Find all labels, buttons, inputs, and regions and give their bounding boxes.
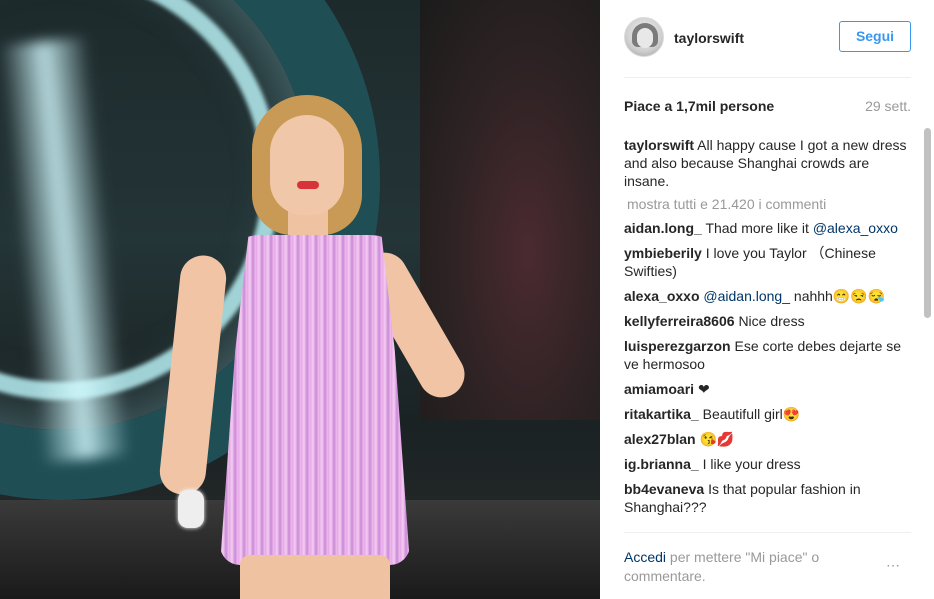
- performer-face: [270, 115, 344, 215]
- microphone: [178, 490, 204, 528]
- comment-item: alexa_oxxo @aidan.long_ nahhh😁😒😪: [624, 287, 911, 305]
- comment-item: ymbieberily I love you Taylor （Chinese S…: [624, 244, 911, 280]
- comment-text: Beautifull girl😍: [702, 406, 801, 422]
- comment-text: ❤: [697, 381, 710, 397]
- login-link[interactable]: Accedi: [624, 549, 666, 565]
- comment-username-link[interactable]: amiamoari: [624, 381, 694, 397]
- post-side-panel: taylorswift Segui Piace a 1,7mil persone…: [600, 0, 934, 599]
- comments-list[interactable]: taylorswift All happy cause I got a new …: [624, 136, 911, 530]
- comment-username-link[interactable]: aidan.long_: [624, 220, 702, 236]
- comment-mention-link[interactable]: @aidan.long_: [703, 288, 790, 304]
- comment-username-link[interactable]: bb4evaneva: [624, 481, 704, 497]
- follow-button[interactable]: Segui: [839, 21, 911, 52]
- comment-text: Thad more like it: [705, 220, 809, 236]
- post-header: taylorswift Segui: [624, 14, 911, 64]
- performer-dress: [220, 235, 410, 565]
- header-username-link[interactable]: taylorswift: [674, 30, 744, 46]
- performer: [157, 95, 480, 599]
- comment-item: bb4evaneva Is that popular fashion in Sh…: [624, 480, 911, 516]
- performer-left-arm: [157, 253, 229, 497]
- comment-username-link[interactable]: kellyferreira8606: [624, 313, 735, 329]
- caption-username-link[interactable]: taylorswift: [624, 137, 694, 153]
- comment-username-link[interactable]: ritakartika_: [624, 406, 699, 422]
- more-options-icon[interactable]: ⋯: [886, 557, 901, 574]
- comment-text: nahhh😁😒😪: [793, 288, 886, 304]
- footer-divider: [624, 532, 911, 533]
- likes-row: Piace a 1,7mil persone 29 sett.: [624, 98, 911, 116]
- comment-username-link[interactable]: alexa_oxxo: [624, 288, 700, 304]
- performer-lips: [297, 181, 319, 189]
- comment-username-link[interactable]: ymbieberily: [624, 245, 702, 261]
- avatar-face: [637, 28, 653, 48]
- comment-username-link[interactable]: ig.brianna_: [624, 456, 699, 472]
- comment-item: luisperezgarzon Ese corte debes dejarte …: [624, 337, 911, 373]
- comments-scrollbar-thumb[interactable]: [924, 128, 931, 318]
- comment-username-link[interactable]: alex27blan: [624, 431, 696, 447]
- show-all-comments-link[interactable]: mostra tutti e 21.420 i commenti: [627, 196, 911, 212]
- comment-text: 😘💋: [699, 431, 735, 447]
- avatar[interactable]: [624, 17, 664, 57]
- login-prompt: Accedi per mettere "Mi piace" o commenta…: [624, 548, 854, 586]
- comments-scrollbar[interactable]: [923, 128, 931, 528]
- comment-item: ig.brianna_ I like your dress: [624, 455, 911, 473]
- comment-text: Nice dress: [738, 313, 805, 329]
- post-photo[interactable]: [0, 0, 600, 599]
- comment-item: ritakartika_ Beautifull girl😍: [624, 405, 911, 423]
- comment-item: kellyferreira8606 Nice dress: [624, 312, 911, 330]
- comment-item: alex27blan 😘💋: [624, 430, 911, 448]
- post-date[interactable]: 29 sett.: [865, 98, 911, 114]
- comment-item: amiamoari ❤: [624, 380, 911, 398]
- likes-count[interactable]: Piace a 1,7mil persone: [624, 98, 774, 114]
- header-divider: [624, 77, 911, 78]
- performer-legs: [240, 555, 390, 599]
- comment-username-link[interactable]: luisperezgarzon: [624, 338, 731, 354]
- comment-item: aidan.long_ Thad more like it @alexa_oxx…: [624, 219, 911, 237]
- comment-mention-link[interactable]: @alexa_oxxo: [813, 220, 898, 236]
- comment-text: I like your dress: [702, 456, 801, 472]
- caption: taylorswift All happy cause I got a new …: [624, 136, 911, 190]
